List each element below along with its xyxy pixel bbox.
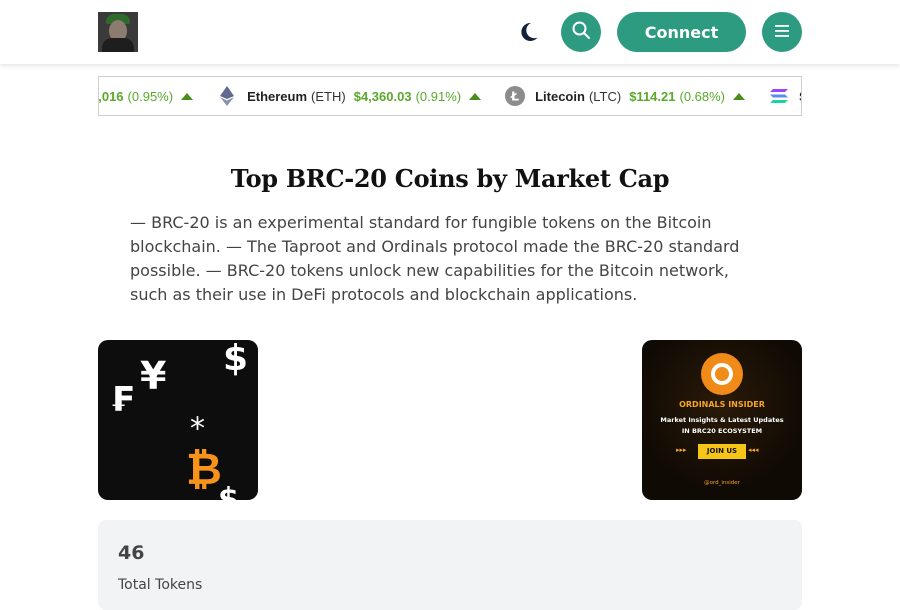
ticker-symbol: (ETH)	[311, 88, 346, 104]
asterisk-icon: ⁎	[190, 402, 205, 437]
banner-subtitle-line2: IN BRC20 ECOSYSTEM	[681, 427, 763, 435]
logo-body	[102, 38, 134, 52]
svg-text:Ł: Ł	[510, 89, 519, 104]
menu-button[interactable]	[762, 12, 802, 52]
ordinals-insider-banner[interactable]: ORDINALS INSIDER Market Insights & Lates…	[642, 340, 802, 500]
ticker-change: (0.91%)	[415, 88, 462, 104]
ticker-item-litecoin[interactable]: Ł Litecoin (LTC) $114.21 (0.68%)	[505, 86, 746, 106]
ticker-name: Litecoin	[535, 88, 585, 104]
dollar-icon: $	[218, 482, 239, 500]
hamburger-menu-icon	[773, 23, 791, 42]
ticker-item-ethereum[interactable]: Ethereum (ETH) $4,360.03 (0.91%)	[217, 86, 482, 106]
franc-icon: ₣	[110, 380, 134, 420]
page-description: — BRC-20 is an experimental standard for…	[130, 213, 740, 304]
dollar-icon: $	[223, 340, 249, 379]
ticker-price: $4,360.03	[353, 88, 412, 104]
ticker-item-bitcoin[interactable]: 3,016 (0.95%)	[98, 88, 194, 104]
up-arrow-icon	[733, 92, 746, 100]
connect-button[interactable]: Connect	[617, 12, 746, 52]
ticker-change: (0.68%)	[679, 88, 726, 104]
currency-banner[interactable]: $ ¥ ₣ ⁎ ₿ $	[98, 340, 258, 500]
theme-toggle-moon-icon[interactable]	[516, 20, 540, 44]
arrows-right-icon: ▸▸▸	[676, 446, 687, 454]
avatar-logo[interactable]	[98, 12, 138, 52]
litecoin-icon: Ł	[505, 86, 526, 106]
ticker-name: S	[799, 89, 801, 104]
search-button[interactable]	[561, 12, 601, 52]
banner-subtitle-line1: Market Insights & Latest Updates	[660, 416, 784, 424]
arrows-left-icon: ◂◂◂	[748, 446, 759, 454]
top-header: Connect	[0, 0, 900, 64]
total-tokens-label: Total Tokens	[118, 577, 203, 593]
total-tokens-value: 46	[118, 542, 145, 564]
price-ticker: 3,016 (0.95%) Ethereum (ETH) $4,360.03 (…	[98, 76, 802, 116]
yen-icon: ¥	[140, 354, 167, 398]
banner-handle: @ord_insider	[704, 480, 740, 486]
join-us-button[interactable]: JOIN US	[698, 444, 746, 459]
ticker-price: 3,016	[98, 88, 124, 104]
banner-title: ORDINALS INSIDER	[679, 400, 765, 409]
ticker-name: Ethereum	[247, 88, 308, 104]
ticker-price: $114.21	[629, 88, 676, 104]
ticker-item-solana[interactable]: S	[769, 86, 801, 106]
banner-subtitle: Market Insights & Latest Updates IN BRC2…	[642, 415, 802, 437]
ethereum-icon	[217, 86, 237, 106]
ticker-track: 3,016 (0.95%) Ethereum (ETH) $4,360.03 (…	[98, 77, 801, 115]
up-arrow-icon	[181, 92, 194, 100]
search-icon	[571, 20, 591, 44]
ticker-change: (0.95%)	[127, 88, 174, 104]
solana-icon	[769, 86, 789, 106]
bitcoin-icon: ₿	[186, 444, 222, 495]
ticker-symbol: (LTC)	[588, 88, 622, 104]
total-tokens-card: 46 Total Tokens	[98, 520, 802, 610]
page-title: Top BRC-20 Coins by Market Cap	[230, 164, 670, 193]
ordinals-logo-icon	[701, 353, 743, 395]
up-arrow-icon	[469, 92, 482, 100]
